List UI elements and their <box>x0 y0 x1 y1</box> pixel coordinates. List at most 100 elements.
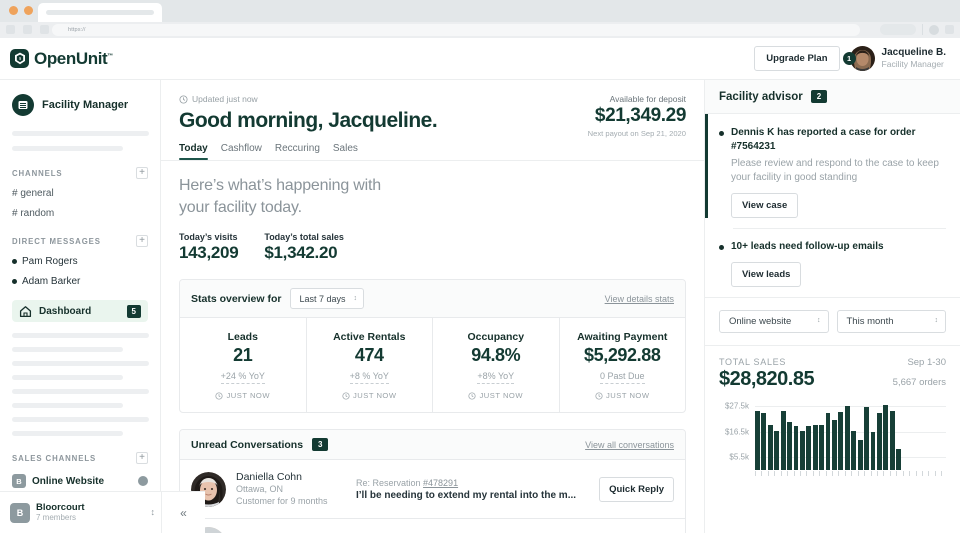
sidebar-item-online-website[interactable]: B Online Website <box>12 474 148 488</box>
stats-range-select[interactable]: Last 7 days ↕ <box>290 288 364 310</box>
app-body: Facility Manager CHANNELS + # general # … <box>0 80 960 533</box>
home-icon <box>19 305 32 317</box>
chart-x-tick <box>793 471 799 476</box>
view-leads-button[interactable]: View leads <box>731 262 802 287</box>
stat-timestamp: JUST NOW <box>184 391 302 400</box>
browser-nav-buttons[interactable] <box>6 25 49 34</box>
stat-subtext: +8% YoY <box>477 371 515 385</box>
chart-x-tick <box>921 471 927 476</box>
tab-sales[interactable]: Sales <box>333 143 358 160</box>
chart-x-tick <box>928 471 933 476</box>
view-all-conversations-link[interactable]: View all conversations <box>585 440 674 450</box>
sidebar-placeholder-group <box>12 333 149 436</box>
chevron-updown-icon: ↕ <box>817 317 821 325</box>
chart-y-axis: $27.5k $16.5k $5.5k <box>719 398 753 470</box>
back-icon[interactable] <box>6 25 15 34</box>
tab-reccuring[interactable]: Reccuring <box>275 143 320 160</box>
logo-wordmark: OpenUnit™ <box>34 49 113 69</box>
main-scroll-area[interactable]: Here’s what’s happening with your facili… <box>161 175 704 533</box>
browser-profile-icon[interactable] <box>929 24 939 35</box>
sidebar-item-adam-barker[interactable]: Adam Barker <box>12 276 148 287</box>
reservation-link[interactable]: #478291 <box>423 478 458 488</box>
sales-channel-status-icon <box>138 476 148 486</box>
app-logo[interactable]: $ OpenUnit™ <box>10 49 113 69</box>
stats-overview-header: Stats overview for Last 7 days ↕ View de… <box>180 280 685 319</box>
right-panel: Facility advisor 2 Dennis K has reported… <box>704 80 960 533</box>
chart-x-tick <box>934 471 940 476</box>
chart-x-tick <box>806 471 811 476</box>
view-case-button[interactable]: View case <box>731 193 799 218</box>
intro-line-2: your facility today. <box>179 198 302 216</box>
forward-icon[interactable] <box>23 25 32 34</box>
total-sales-value-row: $28,820.85 5,667 orders <box>719 368 946 391</box>
main-tabs: Today Cashflow Reccuring Sales <box>179 143 686 160</box>
total-sales-label-row: TOTAL SALES Sep 1-30 <box>719 357 946 368</box>
chart-bar <box>812 424 818 470</box>
upgrade-plan-button[interactable]: Upgrade Plan <box>754 46 840 71</box>
dm-label: Adam Barker <box>22 276 81 287</box>
chevron-updown-icon[interactable]: ↕ <box>151 508 156 517</box>
stat-cell-leads: Leads 21 +24 % YoY JUST NOW <box>180 318 307 413</box>
sidebar-item-general[interactable]: # general <box>12 188 148 199</box>
sales-period-filter-select[interactable]: This month ↕ <box>836 310 946 333</box>
sales-channel-filter-select[interactable]: Online website ↕ <box>719 310 829 333</box>
add-channel-icon[interactable]: + <box>136 167 148 179</box>
logo-text: OpenUnit <box>34 48 108 68</box>
today-visits-stat: Today’s visits 143,209 <box>179 232 239 263</box>
conversation-person: Daniella Cohn Ottawa, ON Customer for 9 … <box>236 471 346 507</box>
stats-overview-card: Stats overview for Last 7 days ↕ View de… <box>179 279 686 414</box>
close-window-icon[interactable] <box>9 6 18 15</box>
sidebar-item-pam-rogers[interactable]: Pam Rogers <box>12 256 148 267</box>
chart-bar <box>896 449 902 470</box>
address-bar[interactable]: https://www.openunit.com <box>52 24 860 45</box>
tab-today[interactable]: Today <box>179 143 208 160</box>
stat-name: Leads <box>227 331 258 344</box>
chart-x-tick <box>909 471 914 476</box>
sidebar-item-random[interactable]: # random <box>12 208 148 219</box>
chart-x-tick <box>825 471 831 476</box>
quick-reply-button[interactable]: Quick Reply <box>599 476 674 502</box>
sidebar-placeholder-bar <box>12 375 123 380</box>
stat-value: $5,292.88 <box>584 345 661 366</box>
total-sales-amount: $28,820.85 <box>719 368 815 390</box>
add-sales-channel-icon[interactable]: + <box>136 452 148 464</box>
stat-subtext: 0 Past Due <box>599 371 645 385</box>
sales-channel-avatar: B <box>12 474 26 488</box>
sidebar-placeholder-bar <box>12 403 123 408</box>
reload-icon[interactable] <box>40 25 49 34</box>
sidebar-item-dashboard[interactable]: Dashboard 5 <box>12 300 148 322</box>
chart-x-tick <box>838 471 843 476</box>
sales-period-filter-value: This month <box>846 316 894 327</box>
advisory-divider <box>733 228 946 229</box>
stat-timestamp: JUST NOW <box>311 391 429 400</box>
view-details-stats-link[interactable]: View details stats <box>605 294 674 304</box>
unread-conversations-card: Unread Conversations 3 View all conversa… <box>179 429 686 533</box>
deposit-note: Next payout on Sep 21, 2020 <box>587 129 686 138</box>
tab-cashflow[interactable]: Cashflow <box>221 143 262 160</box>
collapse-sidebar-button[interactable]: « <box>161 491 205 533</box>
browser-extension-pill[interactable] <box>880 24 916 35</box>
today-stats: Today’s visits 143,209 Today’s total sal… <box>179 232 686 263</box>
facility-advisor-body: Dennis K has reported a case for order #… <box>705 114 960 297</box>
conversation-row[interactable]: Daniella Cohn Ottawa, ON Customer for 9 … <box>180 460 685 518</box>
advisory-content: Dennis K has reported a case for order #… <box>731 126 946 218</box>
browser-menu-icon[interactable] <box>945 25 954 34</box>
workspace-switcher[interactable]: B Bloorcourt 7 members ↕ <box>0 491 161 533</box>
chart-x-tick <box>799 471 805 476</box>
today-sales-stat: Today’s total sales $1,342.20 <box>264 232 344 263</box>
app-top-bar: $ OpenUnit™ Upgrade Plan 1 Jacqueline B.… <box>0 38 960 80</box>
user-menu[interactable]: 1 Jacqueline B. Facility Manager <box>842 46 946 71</box>
browser-tab[interactable] <box>38 3 162 22</box>
minimize-window-icon[interactable] <box>24 6 33 15</box>
workspace-header[interactable]: Facility Manager <box>12 80 148 116</box>
avatar-with-badge[interactable]: 1 <box>842 46 875 71</box>
stat-name: Awaiting Payment <box>577 331 668 344</box>
stat-timestamp-label: JUST NOW <box>479 391 523 401</box>
chart-x-tick <box>780 471 786 476</box>
conversation-row[interactable] <box>180 519 685 533</box>
advisory-title: Dennis K has reported a case for order #… <box>731 127 916 152</box>
add-direct-message-icon[interactable]: + <box>136 235 148 247</box>
chart-bar <box>844 406 850 470</box>
chart-x-axis <box>755 471 946 476</box>
sales-channel-label: Online Website <box>32 475 105 487</box>
